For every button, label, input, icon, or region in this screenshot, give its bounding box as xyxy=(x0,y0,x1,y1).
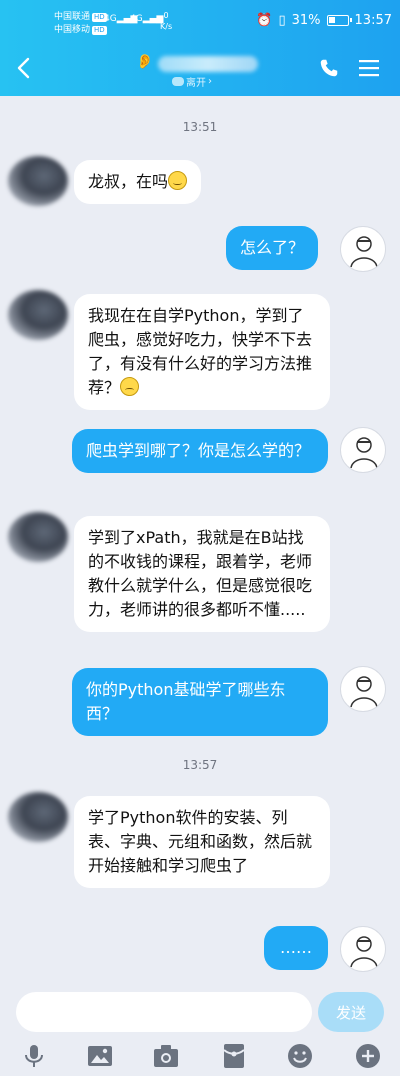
net-speed: 0 K/s xyxy=(160,11,173,31)
user-avatar-icon xyxy=(350,236,378,268)
message-bubble-received[interactable]: 龙叔，在吗 xyxy=(74,160,202,204)
back-button[interactable] xyxy=(14,56,34,80)
message-bubble-sent[interactable]: 你的Python基础学了哪些东西？ xyxy=(72,668,328,736)
message-input[interactable] xyxy=(16,992,312,1032)
ear-icon: 👂 xyxy=(136,54,154,70)
image-icon[interactable] xyxy=(86,1042,114,1070)
hd-badge: HD xyxy=(92,26,107,35)
message-bubble-received[interactable]: 学了Python软件的安装、列表、字典、元组和函数，然后就开始接触和学习爬虫了 xyxy=(74,796,330,888)
device-icon xyxy=(172,77,184,86)
message-bubble-sent[interactable]: 怎么了？ xyxy=(226,226,319,270)
signal-icon: 4G▂▄▆ xyxy=(130,14,164,24)
user-avatar[interactable] xyxy=(340,427,386,473)
message-bubble-sent[interactable]: 爬虫学到哪了？你是怎么学的？ xyxy=(72,429,328,473)
phone-call-button[interactable] xyxy=(318,57,340,79)
contact-status: 离开 › xyxy=(172,74,212,89)
message-bubble-sent[interactable]: …… xyxy=(264,926,328,970)
menu-button[interactable] xyxy=(358,58,380,78)
emoji-icon[interactable] xyxy=(286,1042,314,1070)
microphone-icon[interactable] xyxy=(20,1042,48,1070)
user-avatar-icon xyxy=(350,437,378,469)
message-bubble-received[interactable]: 我现在在自学Python，学到了爬虫，感觉好吃力，快学不下去了，有没有什么好的学… xyxy=(74,294,330,410)
timestamp: 13:57 xyxy=(182,758,218,772)
contact-avatar[interactable] xyxy=(8,290,68,340)
clock: 13:57 xyxy=(354,13,392,28)
user-avatar[interactable] xyxy=(340,926,386,972)
contact-avatar[interactable] xyxy=(8,156,68,206)
battery-icon xyxy=(326,15,352,26)
status-bar: 中国联通 HD 中国移动 HD 4G▂▄▆ 4G▂▄▆ 0 K/s ⏰ ▯ 31% … xyxy=(0,0,400,40)
contact-name-blurred xyxy=(158,56,258,72)
alarm-icon: ⏰ xyxy=(256,13,273,28)
user-avatar-icon xyxy=(350,676,378,708)
carrier-2: 中国移动 xyxy=(54,25,91,35)
contact-title[interactable]: 👂 离开 › xyxy=(130,52,270,92)
input-bar: 发送 xyxy=(0,988,400,1076)
vibrate-icon: ▯ xyxy=(278,13,286,28)
contact-avatar[interactable] xyxy=(8,512,68,562)
carrier-1: 中国联通 xyxy=(54,12,91,22)
status-right: ⏰ ▯ 31% 13:57 xyxy=(256,13,392,28)
timestamp: 13:51 xyxy=(182,120,218,134)
send-button[interactable]: 发送 xyxy=(318,992,384,1032)
chat-header: 中国联通 HD 中国移动 HD 4G▂▄▆ 4G▂▄▆ 0 K/s ⏰ ▯ 31% … xyxy=(0,0,400,96)
sad-emoji-icon xyxy=(120,377,140,396)
red-packet-icon[interactable] xyxy=(220,1042,248,1070)
camera-icon[interactable] xyxy=(152,1042,180,1070)
message-bubble-received[interactable]: 学到了xPath，我就是在B站找的不收钱的课程，跟着学，老师教什么就学什么，但是… xyxy=(74,516,330,632)
smile-emoji-icon xyxy=(168,171,188,190)
contact-avatar[interactable] xyxy=(8,792,68,842)
carrier-info: 中国联通 HD 中国移动 HD xyxy=(54,11,107,37)
battery-percent: 31% xyxy=(291,13,321,28)
user-avatar[interactable] xyxy=(340,226,386,272)
plus-icon[interactable] xyxy=(354,1042,382,1070)
user-avatar-icon xyxy=(350,936,378,968)
user-avatar[interactable] xyxy=(340,666,386,712)
